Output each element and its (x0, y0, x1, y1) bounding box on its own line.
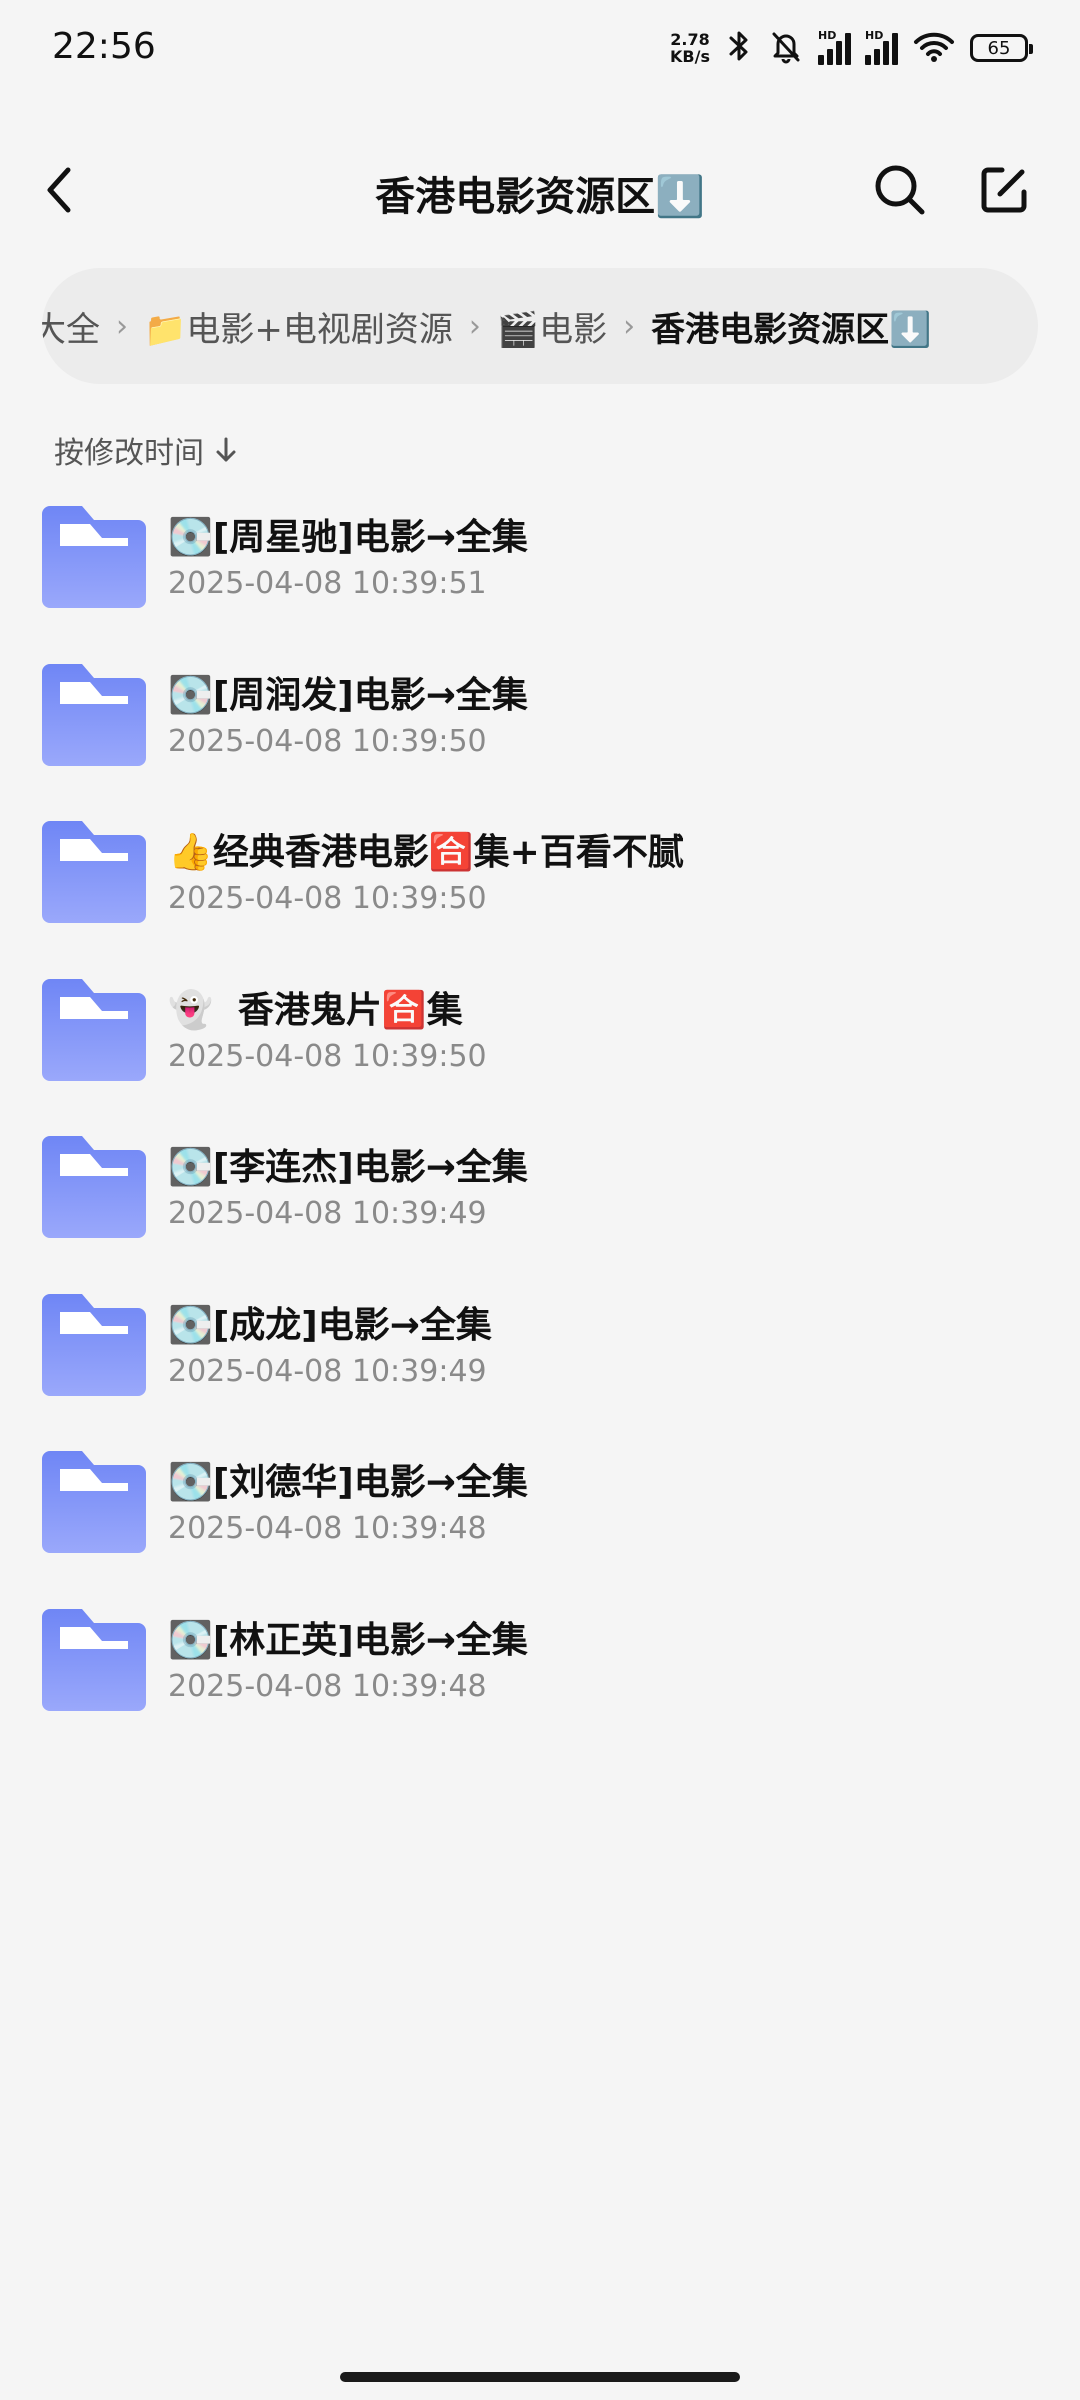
status-bar: 22:56 2.78 KB/s HD HD 65 (0, 0, 1080, 100)
file-modified-time: 2025-04-08 10:39:51 (168, 566, 487, 601)
breadcrumb-item[interactable]: 📁电影+电视剧资源 (144, 302, 453, 351)
folder-icon (42, 1608, 146, 1711)
status-time: 22:56 (52, 26, 156, 67)
chevron-left-icon (47, 167, 71, 213)
list-item[interactable]: 💽[周润发]电影→全集 2025-04-08 10:39:50 (0, 658, 1080, 816)
file-name: 💽[周星驰]电影→全集 (168, 517, 528, 558)
file-modified-time: 2025-04-08 10:39:50 (168, 723, 487, 759)
chevron-right-icon: › (468, 308, 481, 344)
folder-icon (42, 1451, 146, 1553)
folder-icon (42, 1136, 146, 1238)
chevron-right-icon: › (623, 308, 636, 344)
wifi-icon (912, 28, 956, 68)
file-name: 💽[林正英]电影→全集 (168, 1619, 528, 1661)
header: 香港电影资源区⬇️ (0, 140, 1080, 240)
file-name: 💽[周润发]电影→全集 (168, 674, 528, 716)
list-item[interactable]: 💽[成龙]电影→全集 2025-04-08 10:39:49 (0, 1288, 1080, 1446)
file-modified-time: 2025-04-08 10:39:50 (168, 881, 487, 916)
search-button[interactable] (868, 158, 932, 222)
file-name: 👍经典香港电影🈴集+百看不腻 (168, 832, 684, 873)
back-button[interactable] (30, 158, 90, 222)
net-speed-unit: KB/s (670, 47, 710, 66)
net-speed-value: 2.78 (670, 30, 710, 49)
mute-bell-icon (768, 28, 804, 68)
list-item[interactable]: 👍经典香港电影🈴集+百看不腻 2025-04-08 10:39:50 (0, 815, 1080, 973)
bluetooth-icon (724, 28, 754, 68)
file-modified-time: 2025-04-08 10:39:48 (168, 1511, 487, 1546)
file-name: 💽[刘德华]电影→全集 (168, 1462, 528, 1503)
list-item[interactable]: 👻 香港鬼片🈴集 2025-04-08 10:39:50 (0, 973, 1080, 1131)
folder-icon (42, 821, 146, 923)
home-indicator[interactable] (340, 2372, 740, 2382)
breadcrumb-current: 香港电影资源区⬇️ (651, 309, 932, 350)
page-title: 香港电影资源区⬇️ (375, 174, 705, 220)
edit-button[interactable] (972, 158, 1036, 222)
breadcrumb-item[interactable]: 🎬电影 (497, 302, 607, 351)
folder-icon (42, 978, 146, 1081)
sort-control[interactable]: 按修改时间 (54, 428, 238, 472)
file-modified-time: 2025-04-08 10:39:50 (168, 1038, 487, 1074)
list-item[interactable]: 💽[刘德华]电影→全集 2025-04-08 10:39:48 (0, 1445, 1080, 1603)
file-modified-time: 2025-04-08 10:39:49 (168, 1196, 487, 1231)
breadcrumb-item[interactable]: 大全 (42, 302, 100, 351)
battery-icon: 65 (970, 34, 1033, 62)
list-item[interactable]: 💽[林正英]电影→全集 2025-04-08 10:39:48 (0, 1603, 1080, 1761)
battery-level: 65 (987, 37, 1011, 59)
network-speed: 2.78 KB/s (670, 31, 710, 65)
folder-icon (42, 506, 146, 608)
sim2-hd-label: HD (865, 29, 884, 42)
signal-icon: HD (865, 29, 898, 65)
file-modified-time: 2025-04-08 10:39:49 (168, 1353, 487, 1389)
sim1-hd-label: HD (818, 29, 837, 42)
search-icon (875, 165, 925, 215)
status-icons: 2.78 KB/s HD HD 65 (670, 28, 1033, 68)
file-list: 💽[周星驰]电影→全集 2025-04-08 10:39:51 💽[周润发]电影… (0, 500, 1080, 1760)
file-name: 👻 香港鬼片🈴集 (168, 989, 463, 1031)
arrow-down-icon (216, 437, 236, 462)
breadcrumb-trail: 大全 › 📁电影+电视剧资源 › 🎬电影 › 香港电影资源区⬇️ (42, 302, 932, 351)
breadcrumb: 大全 › 📁电影+电视剧资源 › 🎬电影 › 香港电影资源区⬇️ (42, 268, 1038, 384)
list-item[interactable]: 💽[周星驰]电影→全集 2025-04-08 10:39:51 (0, 500, 1080, 658)
chevron-right-icon: › (116, 308, 128, 344)
file-name: 💽[成龙]电影→全集 (168, 1304, 492, 1346)
signal-icon: HD (818, 29, 851, 65)
file-name: 💽[李连杰]电影→全集 (168, 1147, 528, 1188)
folder-icon (42, 663, 146, 766)
list-item[interactable]: 💽[李连杰]电影→全集 2025-04-08 10:39:49 (0, 1130, 1080, 1288)
sort-label: 按修改时间 (54, 436, 204, 471)
file-modified-time: 2025-04-08 10:39:48 (168, 1668, 487, 1704)
edit-icon (981, 167, 1027, 213)
folder-icon (42, 1293, 146, 1396)
